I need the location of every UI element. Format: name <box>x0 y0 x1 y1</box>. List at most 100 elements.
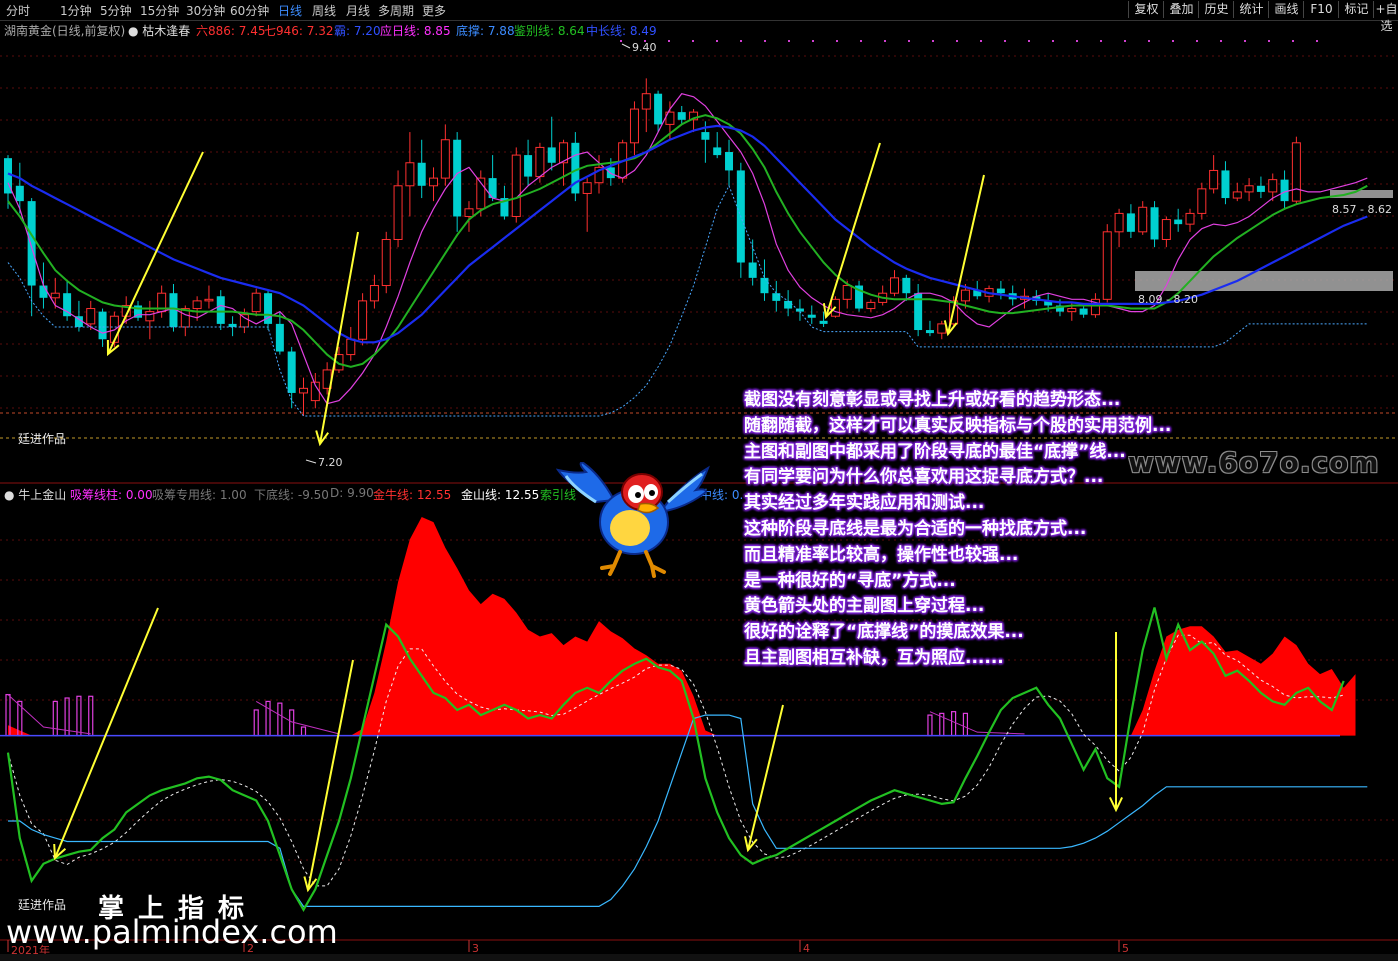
candle-body-32 <box>381 238 391 287</box>
candle-body-78 <box>925 330 934 334</box>
top-dot-5 <box>740 40 742 42</box>
annotation-line-7: 是一种很好的“寻底”方式... <box>744 570 956 591</box>
candle-body-59 <box>701 132 710 140</box>
top-dot-13 <box>932 40 934 42</box>
accumulation-bar-25 <box>300 726 307 737</box>
top-dot-25 <box>1220 40 1222 42</box>
annotation-line-9: 很好的诠释了“底撑线”的摸底效果... <box>744 622 1024 643</box>
mid-line <box>8 714 1368 908</box>
candle-body-68 <box>807 314 816 318</box>
candle-body-16 <box>192 300 202 310</box>
annotation-text-box: 截图没有刻意彰显或寻找上升或好看的趋势形态... 随翻随截，这样才可以真实反映指标… <box>744 388 1304 672</box>
candle-body-29 <box>346 338 356 356</box>
top-dot-16 <box>1004 40 1006 42</box>
candle-body-12 <box>145 311 155 322</box>
top-dot-24 <box>1196 40 1198 42</box>
accumulation-bar-23 <box>277 702 283 737</box>
accumulation-bar-4 <box>52 700 58 737</box>
candle-body-95 <box>1126 213 1135 232</box>
candle-body-107 <box>1268 179 1278 193</box>
main-series-line-0 <box>7 93 1368 405</box>
zone-upper-label: 8.57 - 8.62 <box>1332 203 1392 216</box>
candle-body-17 <box>204 298 214 302</box>
top-dot-17 <box>1028 40 1030 42</box>
price-low-label: 7.20 <box>318 456 343 469</box>
support-zone-lower <box>1135 271 1393 291</box>
candle-body-100 <box>1185 212 1195 225</box>
candle-body-93 <box>1102 231 1112 300</box>
candle-body-64 <box>760 277 769 294</box>
candle-body-7 <box>86 308 96 325</box>
top-dot-10 <box>860 40 862 42</box>
top-dot-28 <box>1292 40 1294 42</box>
candle-body-108 <box>1280 179 1289 202</box>
top-dot-22 <box>1148 40 1150 42</box>
top-dot-29 <box>1316 40 1318 42</box>
candle-body-63 <box>748 262 757 278</box>
annotation-line-8: 黄色箭头处的主副图上穿过程... <box>744 596 985 617</box>
top-dot-11 <box>884 40 886 42</box>
zone-lower-label: 8.09 - 8.20 <box>1138 293 1198 306</box>
yellow-arrow-shaft-6 <box>747 704 784 851</box>
top-dot-3 <box>692 40 694 42</box>
candle-body-23 <box>275 323 284 352</box>
yellow-arrow-shaft-3 <box>947 174 985 335</box>
annotation-line-10: 且主副图相互补缺，互为照应...... <box>744 647 1004 668</box>
accumulation-bar-22 <box>265 700 271 737</box>
annotation-line-5: 这种阶段寻底线是最为合适的一种找底方式... <box>744 518 1087 539</box>
yellow-arrow-shaft-1 <box>319 231 359 445</box>
candle-body-57 <box>677 112 686 120</box>
candle-body-45 <box>535 146 545 178</box>
top-dot-7 <box>788 40 790 42</box>
sub-credit-text: 廷进作品 <box>18 898 67 912</box>
candle-body-54 <box>641 93 651 110</box>
candle-body-34 <box>405 162 415 187</box>
candle-body-96 <box>1138 206 1148 233</box>
yellow-arrow-shaft-4 <box>54 607 159 859</box>
candle-body-25 <box>299 387 308 394</box>
candle-body-20 <box>239 314 249 328</box>
candle-body-37 <box>440 139 450 179</box>
accumulation-bar-6 <box>76 695 82 737</box>
candle-body-21 <box>251 292 261 313</box>
accumulation-tail-1 <box>255 700 340 735</box>
candle-body-46 <box>547 147 556 163</box>
candle-body-91 <box>1079 308 1088 315</box>
low-marker <box>305 459 317 464</box>
candle-body-76 <box>902 277 911 294</box>
candle-body-44 <box>524 155 533 177</box>
candle-body-24 <box>287 351 296 393</box>
accumulation-bar-81 <box>962 712 969 737</box>
candle-body-94 <box>1114 212 1124 233</box>
top-dot-8 <box>812 40 814 42</box>
price-high-label: 9.40 <box>632 41 657 54</box>
candle-body-3 <box>39 285 48 298</box>
candle-body-75 <box>890 277 899 294</box>
annotation-line-1: 随翻随截，这样才可以真实反映指标与个股的实用范例... <box>744 415 1172 436</box>
annotation-line-4: 其实经过多年实践应用和测试... <box>744 493 985 514</box>
candle-body-33 <box>393 185 403 240</box>
candle-body-105 <box>1244 185 1254 193</box>
candle-body-65 <box>772 293 781 301</box>
candle-body-19 <box>228 323 237 327</box>
candle-body-103 <box>1221 170 1230 199</box>
annotation-line-0: 截图没有刻意彰显或寻找上升或好看的趋势形态... <box>744 390 1121 410</box>
candle-body-104 <box>1232 191 1242 199</box>
top-dot-18 <box>1052 40 1054 42</box>
candle-body-102 <box>1209 169 1219 190</box>
top-dot-20 <box>1100 40 1102 42</box>
candle-body-66 <box>784 300 793 309</box>
top-dot-6 <box>764 40 766 42</box>
cartoon-bird-logo <box>556 462 710 580</box>
candle-body-4 <box>50 292 60 299</box>
top-dot-26 <box>1244 40 1246 42</box>
top-dot-23 <box>1172 40 1174 42</box>
candle-body-71 <box>842 285 852 300</box>
top-dot-4 <box>716 40 718 42</box>
top-dot-27 <box>1268 40 1270 42</box>
yellow-arrow-shaft-5 <box>307 659 354 891</box>
candle-body-61 <box>725 152 734 171</box>
accumulation-bar-78 <box>927 714 933 737</box>
top-dot-21 <box>1124 40 1126 42</box>
candle-body-79 <box>937 323 947 334</box>
